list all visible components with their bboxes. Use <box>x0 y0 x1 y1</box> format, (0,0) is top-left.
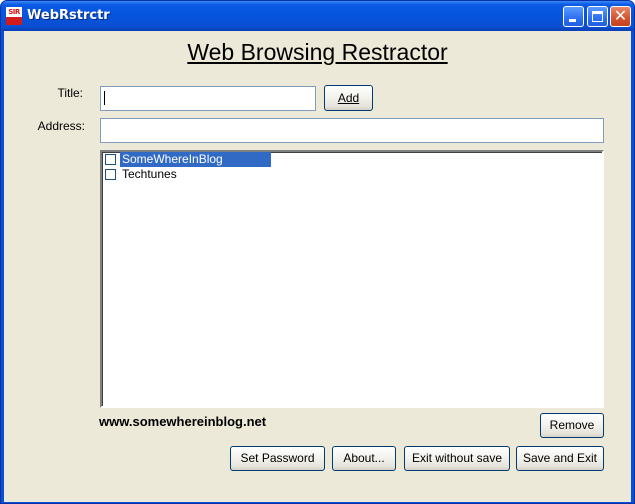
app-window: SIR WebRstrctr ✕ Web Browsing Restractor… <box>0 0 635 504</box>
close-icon: ✕ <box>613 6 628 25</box>
close-button[interactable]: ✕ <box>610 6 631 27</box>
client-area: Web Browsing Restractor Title: Add Addre… <box>4 31 631 502</box>
save-and-exit-button-label: Save and Exit <box>522 451 598 465</box>
title-bar[interactable]: SIR WebRstrctr ✕ <box>1 1 634 31</box>
minimize-icon <box>569 19 576 22</box>
checkbox[interactable] <box>105 169 116 180</box>
add-button-label: Add <box>337 91 360 105</box>
about-button-label: About... <box>343 451 385 465</box>
remove-button-label: Remove <box>549 418 595 432</box>
text-caret <box>104 91 105 105</box>
minimize-button[interactable] <box>563 6 584 27</box>
set-password-button[interactable]: Set Password <box>230 446 325 471</box>
window-title: WebRstrctr <box>27 8 110 23</box>
app-icon-text: SIR <box>6 7 22 17</box>
address-input[interactable] <box>100 118 604 143</box>
add-button[interactable]: Add <box>324 85 373 111</box>
app-icon-band <box>6 17 22 25</box>
list-item-label: Techtunes <box>122 167 177 181</box>
page-title: Web Browsing Restractor <box>187 39 448 65</box>
exit-without-save-button-label: Exit without save <box>411 451 503 465</box>
set-password-button-label: Set Password <box>240 451 315 465</box>
address-label: Address: <box>37 119 85 133</box>
website-link: www.somewhereinblog.net <box>99 414 267 429</box>
about-button[interactable]: About... <box>332 446 396 471</box>
checkbox[interactable] <box>105 154 116 165</box>
title-input[interactable] <box>100 86 316 111</box>
save-and-exit-button[interactable]: Save and Exit <box>516 446 604 471</box>
title-label: Title: <box>57 86 83 100</box>
list-item-label: SomeWhereInBlog <box>120 152 271 167</box>
app-icon[interactable]: SIR <box>6 7 22 25</box>
website-checklist[interactable]: SomeWhereInBlog Techtunes <box>100 150 604 408</box>
maximize-icon <box>592 11 603 22</box>
remove-button[interactable]: Remove <box>540 413 604 438</box>
exit-without-save-button[interactable]: Exit without save <box>404 446 510 471</box>
maximize-button[interactable] <box>587 6 608 27</box>
